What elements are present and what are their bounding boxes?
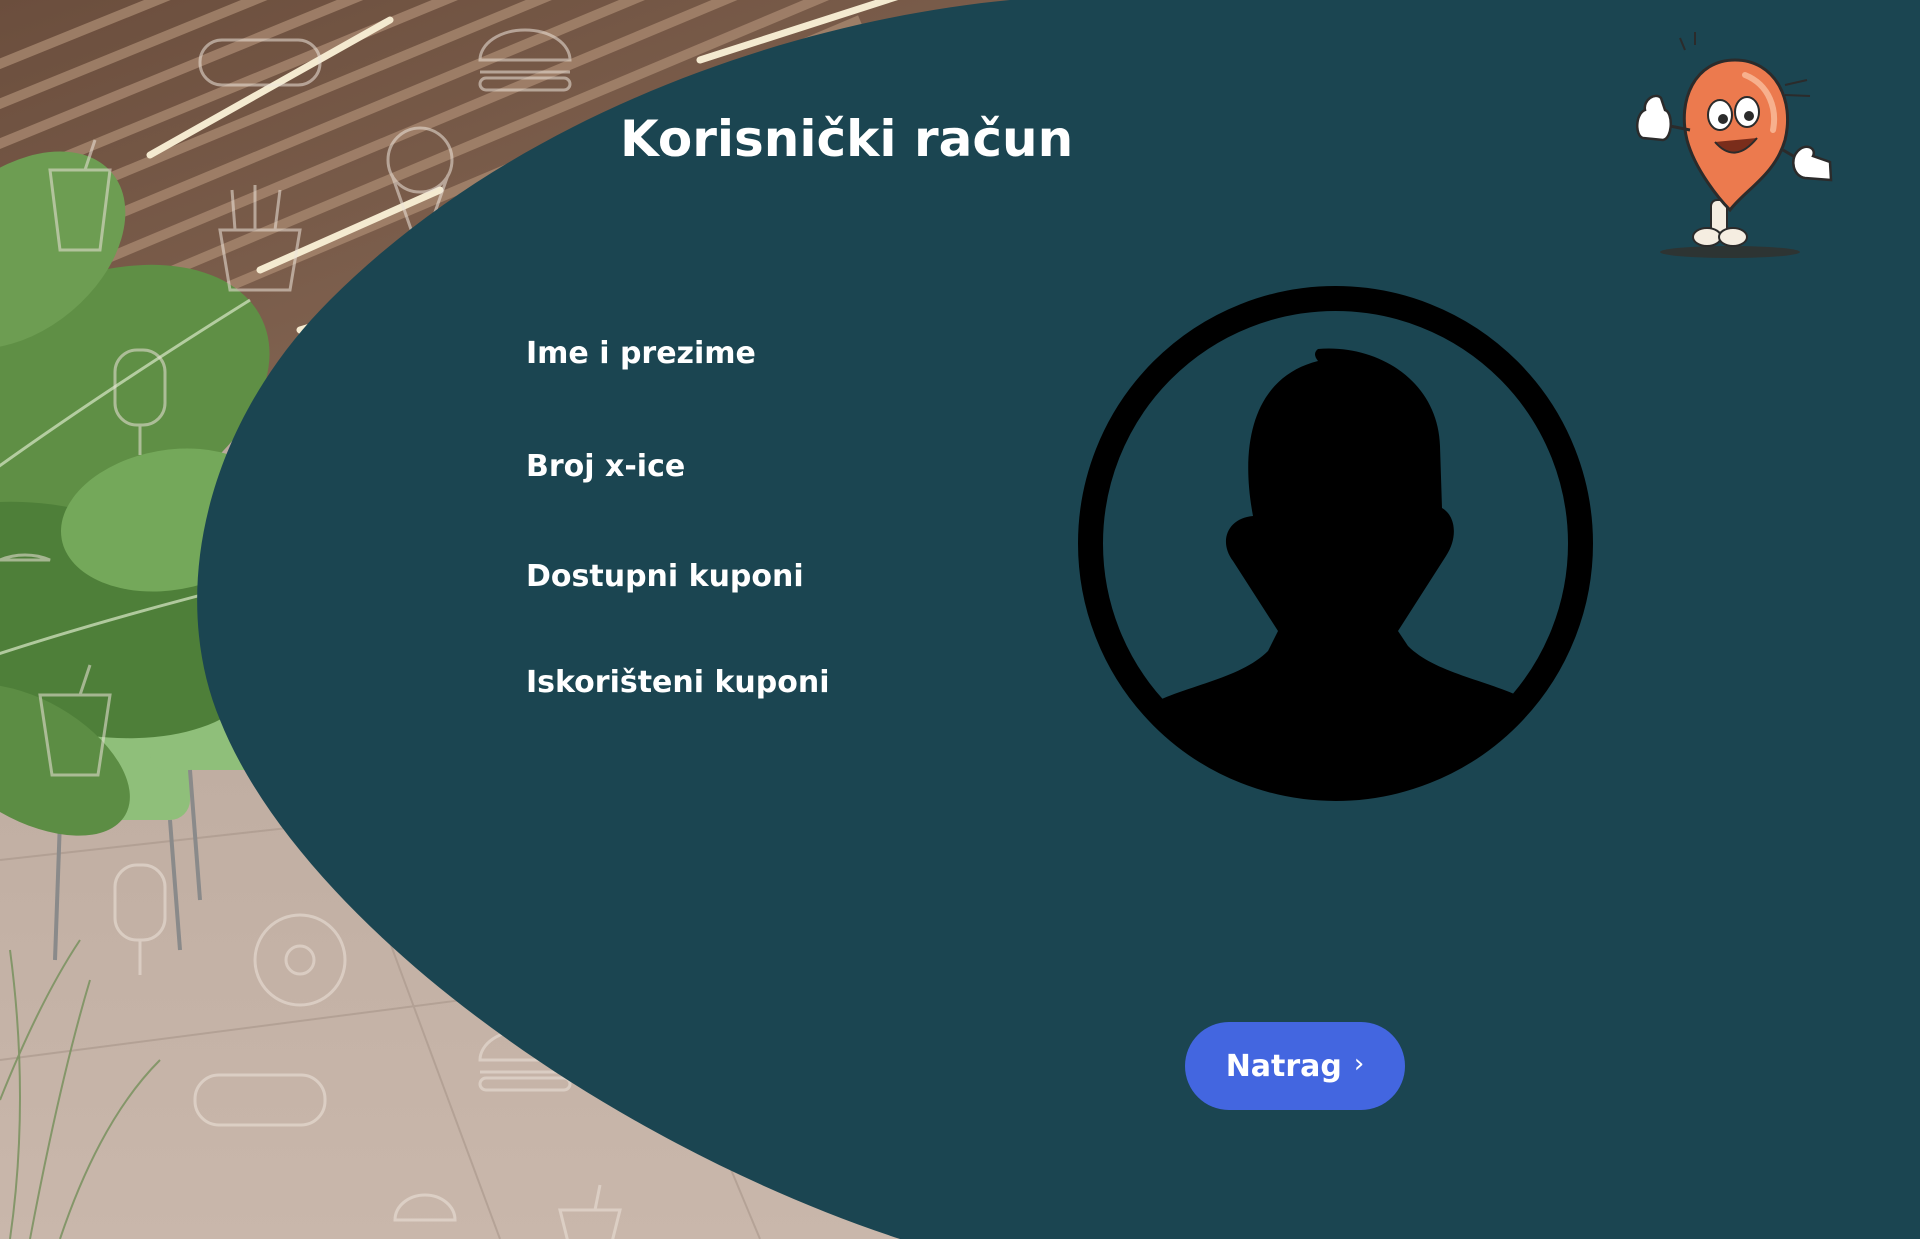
back-button-label: Natrag [1225,1048,1342,1084]
available-coupons-label: Dostupni kuponi [526,559,804,594]
back-button[interactable]: Natrag › [1185,1022,1405,1110]
chevron-right-icon: › [1353,1049,1365,1079]
chicken-drumstick-mascot-icon [1636,32,1833,258]
page-title: Korisnički račun [620,110,1074,168]
user-silhouette-icon [1078,286,1593,801]
card-number-label: Broj x-ice [526,449,686,484]
account-screen: Korisnički račun Ime i prezime Broj x-ic… [0,0,1920,1239]
full-name-label: Ime i prezime [526,336,756,371]
used-coupons-label: Iskorišteni kuponi [526,665,830,700]
